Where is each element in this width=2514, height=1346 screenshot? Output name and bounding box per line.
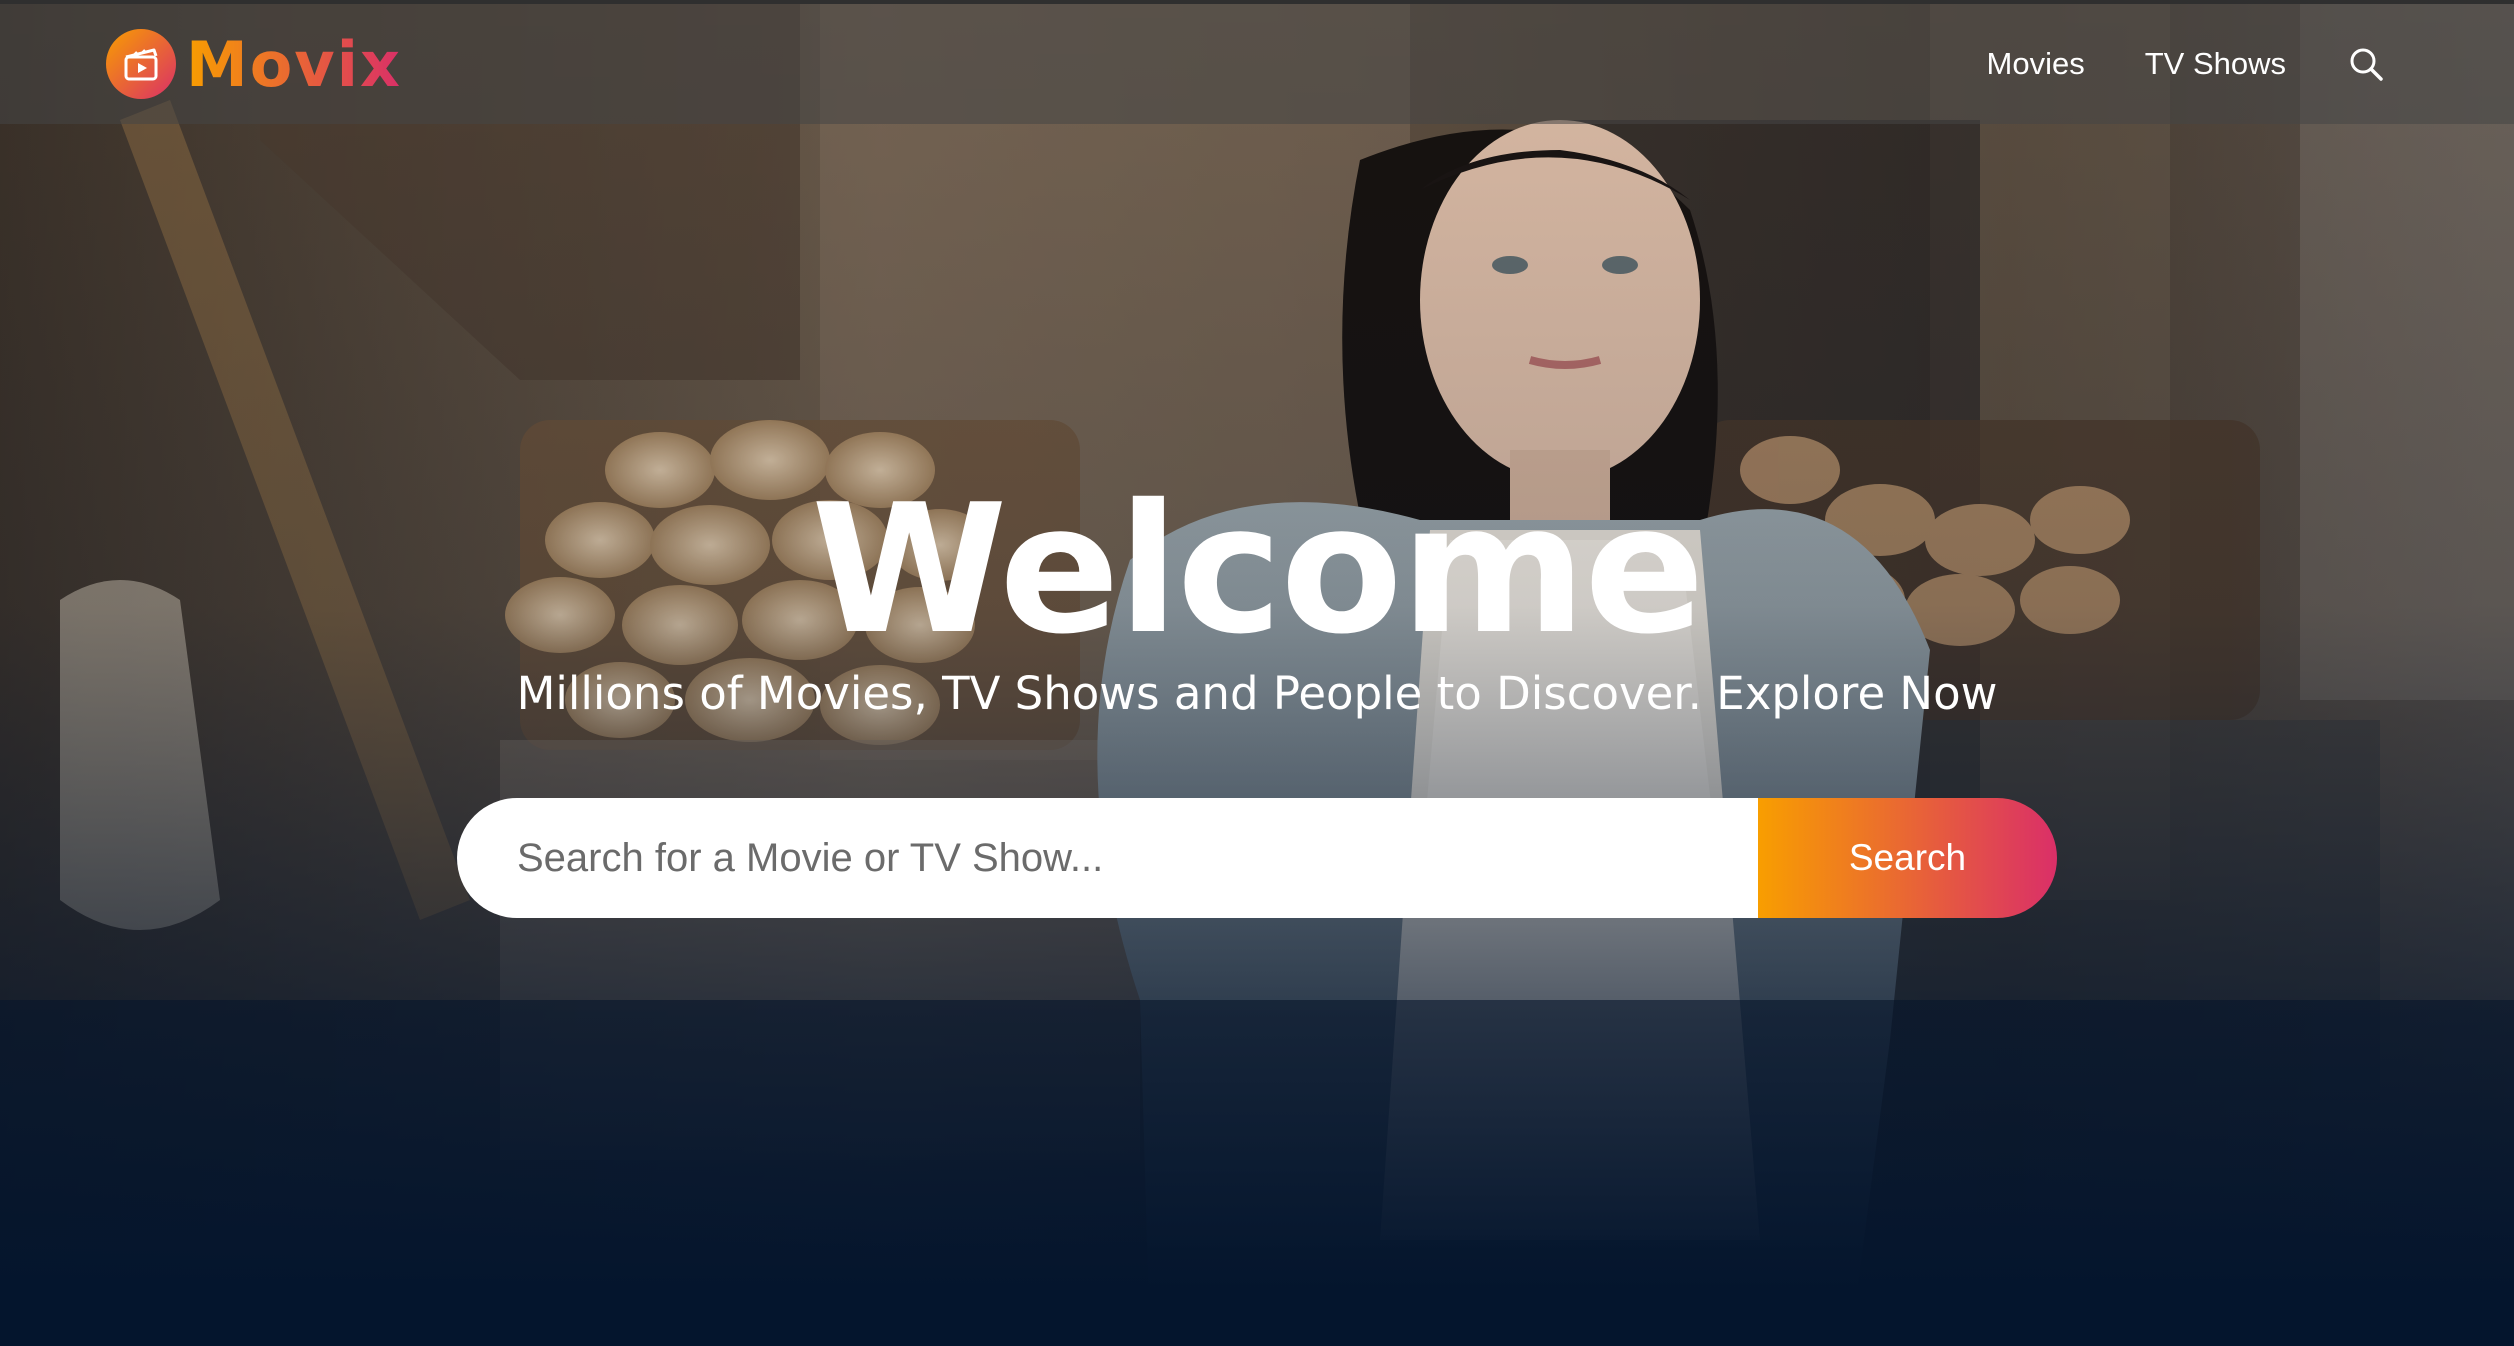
hero-subtitle: Millions of Movies, TV Shows and People … [516,667,1998,720]
search-input[interactable] [457,798,1758,918]
nav-item-tv-shows[interactable]: TV Shows [2145,46,2286,82]
main-nav: Movies TV Shows [1987,46,2384,82]
home-page: Movix Movies TV Shows Welcome Millions o… [0,0,2514,1346]
brand-logo[interactable]: Movix [106,28,402,101]
clapperboard-play-icon [106,29,176,99]
hero-search-bar: Search [457,798,2057,918]
brand-name: Movix [186,27,402,101]
hero-title: Welcome [811,466,1705,673]
search-icon[interactable] [2348,46,2384,82]
search-button[interactable]: Search [1758,798,2057,918]
site-header: Movix Movies TV Shows [0,4,2514,124]
nav-item-movies[interactable]: Movies [1987,46,2085,82]
